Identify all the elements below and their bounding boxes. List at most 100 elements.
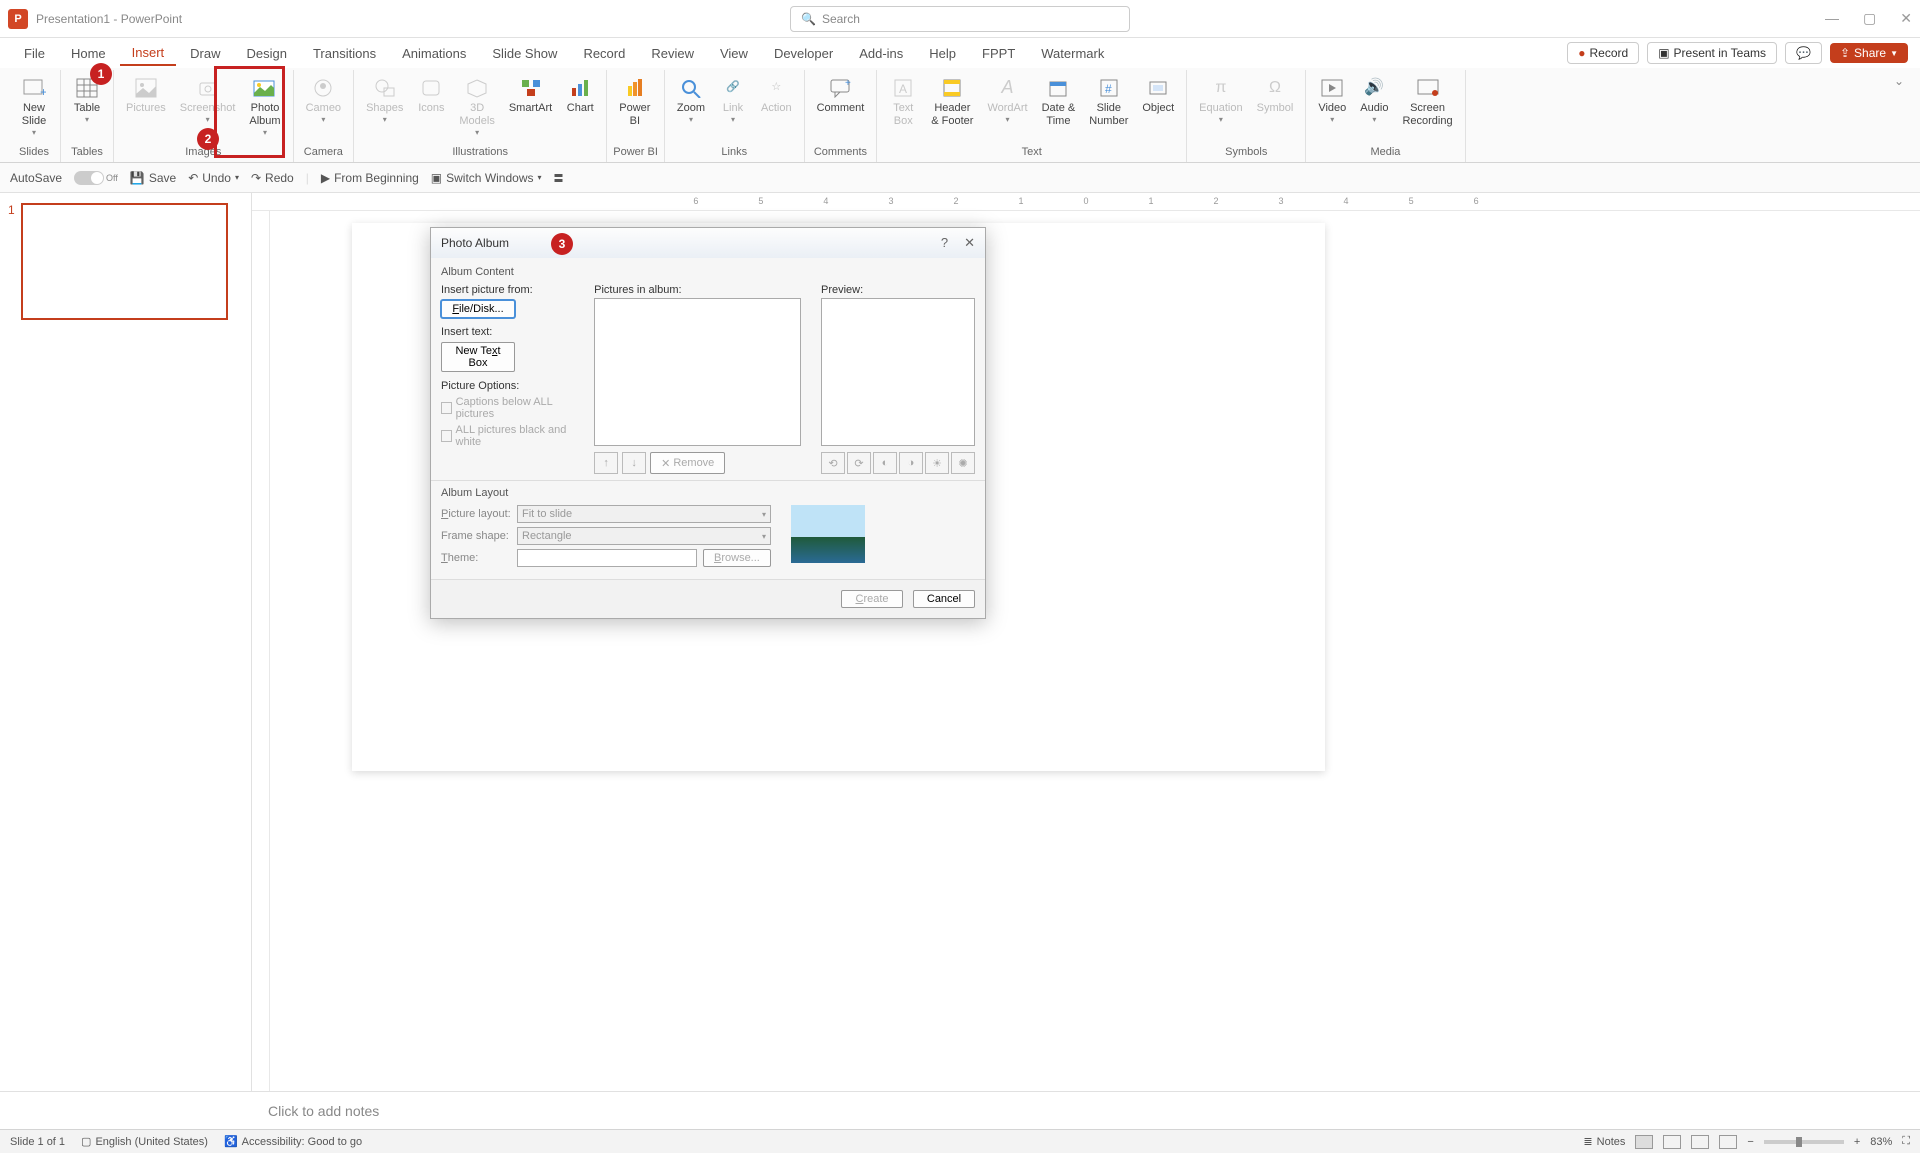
equation-button[interactable]: π Equation▾ xyxy=(1193,72,1248,129)
smartart-icon xyxy=(519,76,543,100)
object-button[interactable]: Object xyxy=(1136,72,1180,119)
screen-recording-icon xyxy=(1416,76,1440,100)
normal-view-button[interactable] xyxy=(1635,1135,1653,1149)
symbol-button[interactable]: Ω Symbol xyxy=(1251,72,1300,119)
tab-draw[interactable]: Draw xyxy=(178,42,232,65)
share-button[interactable]: ⇪Share▼ xyxy=(1830,43,1908,63)
zoom-out-button[interactable]: − xyxy=(1747,1136,1753,1148)
slide-sorter-button[interactable] xyxy=(1663,1135,1681,1149)
reading-view-button[interactable] xyxy=(1691,1135,1709,1149)
screen-recording-button[interactable]: Screen Recording xyxy=(1396,72,1458,132)
comment-button[interactable]: + Comment xyxy=(811,72,871,119)
pictures-icon xyxy=(134,76,158,100)
ribbon-group-illustrations: Shapes▾ Icons 3D Models▾ SmartArt Chart … xyxy=(354,70,607,162)
brightness-up-button: ☀ xyxy=(925,452,949,474)
zoom-level[interactable]: 83% xyxy=(1870,1136,1892,1148)
search-box[interactable]: 🔍 Search xyxy=(790,6,1130,32)
zoom-in-button[interactable]: + xyxy=(1854,1136,1860,1148)
screenshot-button[interactable]: Screenshot▾ xyxy=(174,72,242,129)
status-language[interactable]: ▢English (United States) xyxy=(81,1135,208,1148)
chart-button[interactable]: Chart xyxy=(560,72,600,119)
group-label-powerbi: Power BI xyxy=(613,146,658,160)
3dmodels-button[interactable]: 3D Models▾ xyxy=(453,72,500,142)
audio-button[interactable]: 🔊 Audio▾ xyxy=(1354,72,1394,129)
pictures-button[interactable]: Pictures xyxy=(120,72,172,119)
theme-input[interactable] xyxy=(517,549,697,567)
tab-design[interactable]: Design xyxy=(235,42,299,65)
pictures-in-album-label: Pictures in album: xyxy=(594,284,801,296)
tab-home[interactable]: Home xyxy=(59,42,118,65)
tab-watermark[interactable]: Watermark xyxy=(1029,42,1116,65)
slide-number-button[interactable]: # Slide Number xyxy=(1083,72,1134,132)
cancel-button[interactable]: Cancel xyxy=(913,590,975,608)
chart-icon xyxy=(568,76,592,100)
icons-button[interactable]: Icons xyxy=(411,72,451,119)
maximize-icon[interactable]: ▢ xyxy=(1863,10,1876,27)
picture-layout-select[interactable]: Fit to slide▾ xyxy=(517,505,771,523)
tab-fppt[interactable]: FPPT xyxy=(970,42,1027,65)
status-bar: Slide 1 of 1 ▢English (United States) ♿A… xyxy=(0,1129,1920,1153)
new-slide-button[interactable]: + New Slide▾ xyxy=(14,72,54,142)
autosave-toggle[interactable] xyxy=(74,171,104,185)
screenshot-icon xyxy=(196,76,220,100)
save-button[interactable]: 💾Save xyxy=(130,171,176,185)
notes-pane[interactable]: Click to add notes xyxy=(0,1091,1920,1129)
action-button[interactable]: ☆ Action xyxy=(755,72,798,119)
preview-box xyxy=(821,298,975,446)
tab-insert[interactable]: Insert xyxy=(120,41,177,66)
tab-record[interactable]: Record xyxy=(571,42,637,65)
video-button[interactable]: Video▾ xyxy=(1312,72,1352,129)
group-label-illustrations: Illustrations xyxy=(360,146,600,160)
header-footer-button[interactable]: Header & Footer xyxy=(925,72,979,132)
comments-pane-button[interactable]: 💬 xyxy=(1785,42,1822,64)
dialog-close-button[interactable]: ✕ xyxy=(964,235,975,251)
zoom-slider[interactable] xyxy=(1764,1140,1844,1144)
ribbon-group-comments: + Comment Comments xyxy=(805,70,878,162)
wordart-button[interactable]: A WordArt▾ xyxy=(981,72,1033,129)
notes-toggle[interactable]: ≣Notes xyxy=(1583,1135,1625,1148)
date-time-button[interactable]: Date & Time xyxy=(1036,72,1082,132)
from-beginning-button[interactable]: ▶From Beginning xyxy=(321,171,419,185)
ribbon-collapse-button[interactable]: ⌄ xyxy=(1886,70,1912,162)
link-button[interactable]: 🔗 Link▾ xyxy=(713,72,753,129)
file-disk-button[interactable]: File/Disk... xyxy=(441,300,515,318)
fit-to-window-button[interactable]: ⛶ xyxy=(1902,1135,1910,1148)
tab-slideshow[interactable]: Slide Show xyxy=(480,42,569,65)
new-text-box-button[interactable]: New Text Box xyxy=(441,342,515,372)
pictures-listbox[interactable] xyxy=(594,298,801,446)
tab-addins[interactable]: Add-ins xyxy=(847,42,915,65)
present-teams-button[interactable]: ▣Present in Teams xyxy=(1647,42,1777,64)
tab-help[interactable]: Help xyxy=(917,42,968,65)
undo-button[interactable]: ↶Undo▾ xyxy=(188,171,239,185)
insert-text-label: Insert text: xyxy=(441,326,574,338)
insert-picture-from-label: Insert picture from: xyxy=(441,284,574,296)
contrast-up-button: ◐ xyxy=(873,452,897,474)
photo-album-button[interactable]: Photo Album▾ xyxy=(243,72,286,142)
status-accessibility[interactable]: ♿Accessibility: Good to go xyxy=(224,1135,362,1148)
slideshow-view-button[interactable] xyxy=(1719,1135,1737,1149)
tab-view[interactable]: View xyxy=(708,42,760,65)
share-icon: ⇪ xyxy=(1840,46,1850,60)
tab-animations[interactable]: Animations xyxy=(390,42,478,65)
slide-thumbnail-1[interactable]: 1 xyxy=(8,203,243,320)
cameo-button[interactable]: Cameo▾ xyxy=(300,72,347,129)
shapes-button[interactable]: Shapes▾ xyxy=(360,72,409,129)
powerbi-button[interactable]: Power BI xyxy=(613,72,656,132)
smartart-button[interactable]: SmartArt xyxy=(503,72,558,119)
switch-windows-button[interactable]: ▣Switch Windows▾ xyxy=(431,171,542,185)
tab-review[interactable]: Review xyxy=(639,42,706,65)
tab-developer[interactable]: Developer xyxy=(762,42,845,65)
tab-transitions[interactable]: Transitions xyxy=(301,42,388,65)
close-icon[interactable]: ✕ xyxy=(1900,10,1912,27)
equation-icon: π xyxy=(1209,76,1233,100)
zoom-button[interactable]: Zoom▾ xyxy=(671,72,711,129)
title-bar: P Presentation1 - PowerPoint 🔍 Search — … xyxy=(0,0,1920,38)
tab-file[interactable]: File xyxy=(12,42,57,65)
present-icon: ▣ xyxy=(1658,46,1669,60)
redo-button[interactable]: ↷Redo xyxy=(251,171,294,185)
textbox-button[interactable]: A Text Box xyxy=(883,72,923,132)
qat-more-button[interactable]: 〓 xyxy=(554,170,564,185)
dialog-help-button[interactable]: ? xyxy=(941,235,948,251)
record-button[interactable]: ●Record xyxy=(1567,42,1639,64)
minimize-icon[interactable]: — xyxy=(1825,10,1839,27)
